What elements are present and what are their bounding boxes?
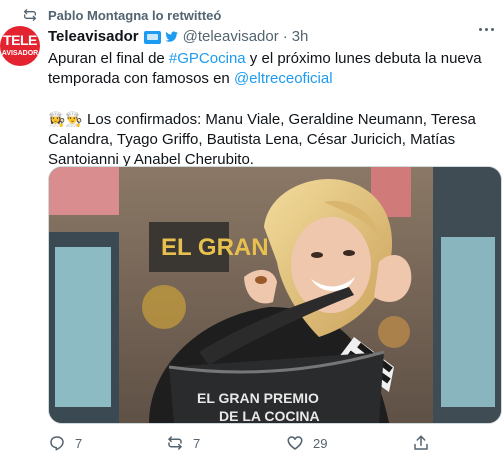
tweet-content: Teleavisador @teleavisador · 3h Apuran e… (48, 26, 502, 451)
tweet-text-part: Los confirmados: Manu Viale, Geraldine N… (48, 111, 476, 168)
retweet-button[interactable]: 7 (166, 434, 200, 452)
tv-icon (143, 30, 161, 44)
twitter-bird-icon (164, 30, 178, 42)
tweet-text-part: Apuran el final de (48, 50, 169, 67)
tweet-paragraph-2: 👩‍🍳👨‍🍳 Los confirmados: Manu Viale, Gera… (48, 109, 498, 170)
retweet-count: 7 (193, 435, 201, 451)
more-options-icon[interactable] (479, 28, 494, 31)
tweet-actions: 7 7 29 (48, 434, 498, 456)
pot-text-line-2: DE LA COCINA (219, 408, 320, 423)
like-count: 29 (313, 435, 328, 451)
avatar-logo-top: TELE (3, 32, 37, 48)
tweet-time[interactable]: 3h (292, 28, 309, 45)
separator-dot: · (282, 27, 288, 45)
tweet-paragraph-1: Apuran el final de #GPCocina y el próxim… (48, 49, 498, 89)
pot-text-line-1: EL GRAN PREMIO (197, 390, 319, 406)
retweet-context: Pablo Montagna lo retwitteó (22, 6, 221, 24)
share-button[interactable] (412, 434, 430, 452)
retweet-label[interactable]: Pablo Montagna lo retwitteó (48, 8, 221, 23)
tweet-header: Teleavisador @teleavisador · 3h (48, 26, 496, 46)
retweet-icon (24, 9, 36, 21)
reply-button[interactable]: 7 (48, 434, 82, 452)
author-name[interactable]: Teleavisador (48, 28, 139, 45)
retweet-icon (168, 436, 182, 450)
tweet-photo: EL GRAN EL GRAN PREMIO DE LA COCINA (49, 167, 501, 423)
avatar-logo-bottom: AVISADOR (1, 50, 39, 57)
reply-icon (50, 436, 64, 451)
avatar[interactable]: TELE AVISADOR (0, 26, 40, 66)
tweet-text: Apuran el final de #GPCocina y el próxim… (48, 49, 498, 170)
author-handle[interactable]: @teleavisador (183, 28, 279, 45)
hashtag-link[interactable]: #GPCocina (169, 50, 246, 67)
like-button[interactable]: 29 (286, 434, 327, 452)
sign-text: EL GRAN (161, 234, 269, 261)
mention-link[interactable]: @eltreceoficial (234, 70, 333, 87)
tweet-image[interactable]: EL GRAN EL GRAN PREMIO DE LA COCINA (48, 166, 502, 424)
share-icon (414, 435, 428, 450)
like-icon (287, 436, 303, 450)
chef-emoji: 👩‍🍳👨‍🍳 (48, 111, 83, 127)
reply-count: 7 (75, 435, 83, 451)
